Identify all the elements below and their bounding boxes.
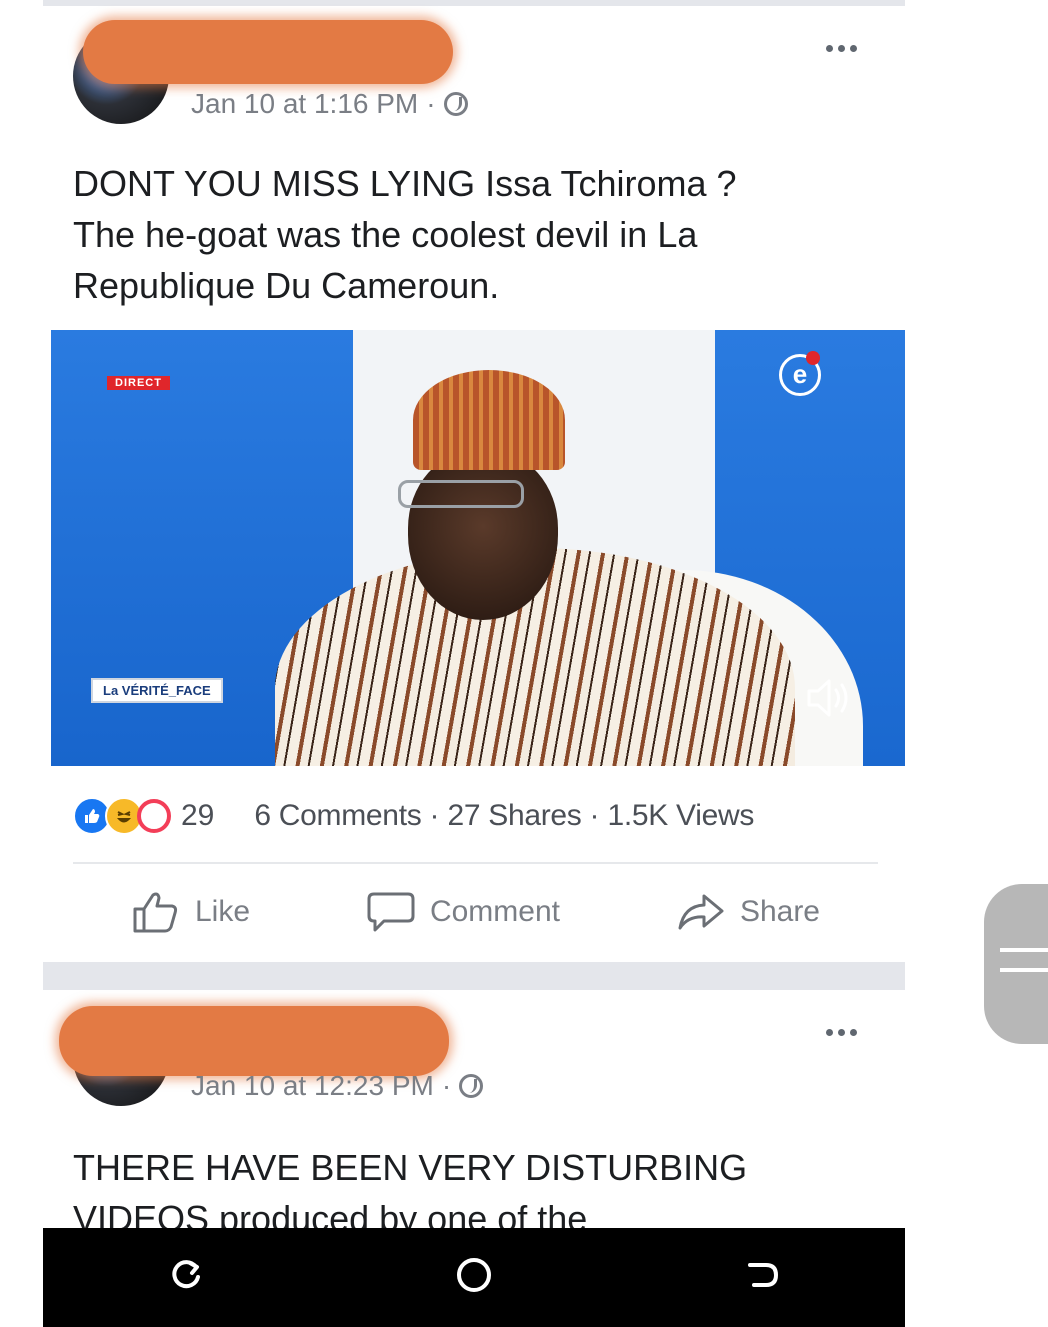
more-options-icon[interactable] — [821, 38, 861, 58]
post: Jan 10 at 1:16 PM · DONT YOU MISS LYING … — [43, 6, 905, 962]
reaction-icons[interactable] — [73, 797, 171, 835]
views-count: 1.5K Views — [607, 799, 755, 832]
post-meta: Jan 10 at 12:23 PM · — [191, 1070, 484, 1102]
share-button[interactable]: Share — [676, 892, 820, 932]
recents-icon — [172, 1260, 200, 1289]
video-edge — [43, 330, 51, 766]
handle-line — [1000, 968, 1048, 972]
action-divider — [73, 862, 878, 864]
author-name-redacted — [59, 1006, 449, 1076]
video-subject-hat — [413, 370, 565, 470]
side-panel-handle[interactable] — [984, 884, 1048, 1044]
post-separator — [43, 962, 905, 990]
reaction-count[interactable]: 29 — [181, 799, 214, 833]
system-navigation-bar — [43, 1228, 905, 1327]
globe-icon — [459, 1074, 484, 1098]
meta-separator: · — [441, 1070, 452, 1101]
show-logo: La VÉRITÉ_FACE — [91, 678, 223, 703]
post-timestamp[interactable]: Jan 10 at 12:23 PM — [191, 1070, 434, 1102]
post: Jan 10 at 12:23 PM · THERE HAVE BEEN VER… — [43, 990, 905, 1239]
video-player[interactable]: DIRECT La VÉRITÉ_FACE e — [43, 330, 905, 766]
sound-icon[interactable] — [805, 676, 855, 720]
recents-button[interactable] — [166, 1255, 206, 1300]
comment-label: Comment — [429, 895, 560, 928]
news-feed: Jan 10 at 1:16 PM · DONT YOU MISS LYING … — [43, 0, 905, 1327]
more-options-icon[interactable] — [821, 1022, 861, 1042]
comment-button[interactable]: Comment — [366, 890, 560, 934]
video-subject-face — [408, 450, 558, 620]
post-timestamp[interactable]: Jan 10 at 1:16 PM — [191, 88, 418, 120]
post-text-line: Republique Du Cameroun. — [73, 265, 500, 306]
home-icon — [457, 1258, 491, 1292]
back-button[interactable] — [742, 1255, 782, 1300]
share-icon — [678, 894, 724, 930]
shares-count[interactable]: 27 Shares — [447, 799, 581, 833]
like-label: Like — [194, 895, 251, 928]
handle-line — [1000, 948, 1048, 952]
back-icon — [748, 1263, 779, 1287]
love-reaction-icon — [137, 799, 171, 833]
post-text-line: THERE HAVE BEEN VERY DISTURBING — [73, 1147, 748, 1188]
post-meta: Jan 10 at 1:16 PM · — [191, 88, 468, 120]
post-actions: Like Comment Share — [73, 876, 878, 948]
meta-separator: · — [426, 88, 436, 119]
engagement-dot: · — [589, 799, 600, 832]
video-subject-glasses — [398, 480, 524, 508]
share-label: Share — [739, 895, 820, 928]
author-name-redacted — [83, 20, 453, 84]
home-button[interactable] — [452, 1253, 496, 1302]
engagement-dot: · — [429, 799, 440, 832]
comments-count[interactable]: 6 Comments — [254, 799, 421, 833]
post-text-line: DONT YOU MISS LYING Issa Tchiroma ? — [73, 163, 737, 204]
channel-logo: e — [779, 351, 821, 396]
globe-icon — [443, 92, 468, 116]
post-text-line: The he-goat was the coolest devil in La — [73, 214, 698, 255]
live-badge: DIRECT — [107, 376, 170, 390]
engagement-summary: 29 6 Comments · 27 Shares · 1.5K Views — [73, 796, 893, 836]
like-icon — [133, 892, 178, 933]
like-button[interactable]: Like — [131, 889, 250, 935]
post-text: DONT YOU MISS LYING Issa Tchiroma ? The … — [73, 158, 863, 311]
comment-icon — [367, 892, 415, 932]
